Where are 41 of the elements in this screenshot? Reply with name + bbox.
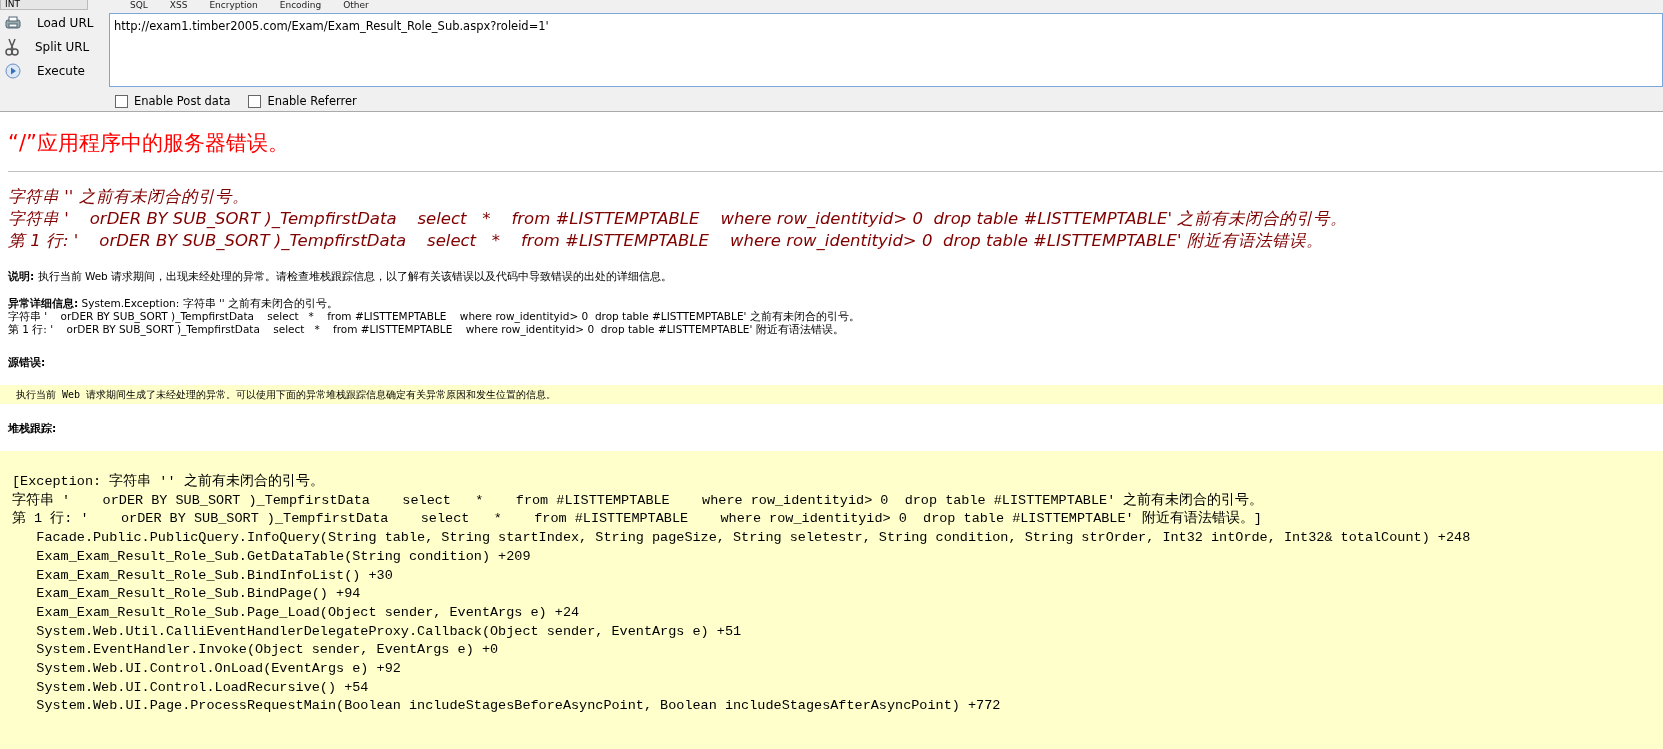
source-error-message: 执行当前 Web 请求期间生成了未经处理的异常。可以使用下面的异常堆栈跟踪信息确定有关异常原因和发生位置的信息。: [0, 385, 1663, 404]
stack-trace-line: 第 1 行: ' orDER BY SUB_SORT )_TempfirstData select * from #LISTTEMPTABLE where row_identityid> 0 drop table #LISTTEMPTABLE' 附近有语法错误。]: [12, 510, 1263, 529]
checkbox[interactable]: [248, 94, 262, 108]
action-button[interactable]: Execute: [35, 64, 87, 78]
section-label: 堆栈跟踪:: [8, 422, 58, 435]
checkbox[interactable]: [115, 94, 128, 108]
play-icon: [5, 63, 21, 79]
action-button[interactable]: Load URL: [35, 16, 96, 30]
stack-trace-line: Exam_Exam_Result_Role_Sub.BindInfoList() +30: [35, 566, 394, 585]
stack-trace-line: [Exception: 字符串 '' 之前有未闭合的引号。: [12, 473, 325, 491]
stack-trace-line: Exam_Exam_Result_Role_Sub.BindPage() +94: [35, 585, 362, 604]
stack-trace-line: System.EventHandler.Invoke(Object sender, EventArgs e) +0: [35, 641, 500, 660]
action-button[interactable]: Split URL: [33, 40, 92, 54]
description-text: 说明: 执行当前 Web 请求期间，出现未经处理的异常。请检查堆栈跟踪信息，以了解有关该错误以及代码中导致错误的出处的详细信息。: [8, 270, 674, 283]
dropdown-button[interactable]: INT: [0, 0, 88, 10]
stack-trace-line: 字符串 ' orDER BY SUB_SORT )_TempfirstData select * from #LISTTEMPTABLE where row_identityid> 0 drop table #LISTTEMPTABLE' 之前有未闭合的引号。: [12, 491, 1265, 510]
exception-line: 字符串 ' orDER BY SUB_SORT )_TempfirstData select * from #LISTTEMPTABLE where row_identityid> 0 drop table #LISTTEMPTABLE' 之前有未闭合的引号。: [8, 310, 861, 323]
stack-trace-line: Facade.Public.PublicQuery.InfoQuery(String table, String startIndex, String pageSize, String seletestr, String condition, String strOrder, Int32 intOrde, Int32& totalCount) +248: [35, 529, 1472, 548]
menu-item[interactable]: Other: [343, 0, 369, 10]
exception-line: 第 1 行: ' orDER BY SUB_SORT )_TempfirstData select * from #LISTTEMPTABLE where row_identityid> 0 drop table #LISTTEMPTABLE' 附近有语法错误。: [8, 323, 845, 336]
stack-trace-line: Exam_Exam_Result_Role_Sub.Page_Load(Object sender, EventArgs e) +24: [35, 603, 581, 622]
stack-trace-line: Exam_Exam_Result_Role_Sub.GetDataTable(String condition) +209: [35, 547, 532, 566]
scissors-icon: [5, 38, 19, 56]
error-message: 字符串 '' 之前有未闭合的引号。: [8, 186, 250, 208]
page-heading: “/”应用程序中的服务器错误。: [8, 130, 290, 157]
section-label: 源错误:: [8, 356, 47, 369]
menu-item[interactable]: SQL: [130, 0, 148, 10]
stack-trace-line: System.Web.UI.Control.LoadRecursive() +54: [35, 678, 370, 697]
checkbox-label: Enable Referrer: [267, 94, 357, 108]
menu-item[interactable]: Encoding: [279, 0, 322, 10]
checkbox-label: Enable Post data: [134, 94, 231, 108]
stack-trace-line: System.Web.UI.Page.ProcessRequestMain(Boolean includeStagesBeforeAsyncPoint, Boolean includeStagesAfterAsyncPoint) +772: [35, 697, 1002, 716]
menu-item[interactable]: XSS: [169, 0, 188, 10]
stack-trace-line: System.Web.Util.CalliEventHandlerDelegateProxy.Callback(Object sender, EventArgs e) +51: [35, 622, 743, 641]
url-field[interactable]: http://exam1.timber2005.com/Exam/Exam_Result_Role_Sub.aspx?roleid=1': [109, 13, 1663, 87]
error-message: 第 1 行: ' orDER BY SUB_SORT )_TempfirstData select * from #LISTTEMPTABLE where row_identityid> 0 drop table #LISTTEMPTABLE' 附近有语法错误。: [8, 230, 1324, 252]
stack-trace-line: System.Web.UI.Control.OnLoad(EventArgs e) +92: [35, 660, 402, 679]
menu-item[interactable]: Encryption: [209, 0, 258, 10]
printer-icon: [5, 16, 21, 30]
error-message: 字符串 ' orDER BY SUB_SORT )_TempfirstData select * from #LISTTEMPTABLE where row_identityid> 0 drop table #LISTTEMPTABLE' 之前有未闭合的引号。: [8, 208, 1349, 230]
exception-details: 异常详细信息: System.Exception: 字符串 '' 之前有未闭合的引号。: [8, 297, 340, 310]
